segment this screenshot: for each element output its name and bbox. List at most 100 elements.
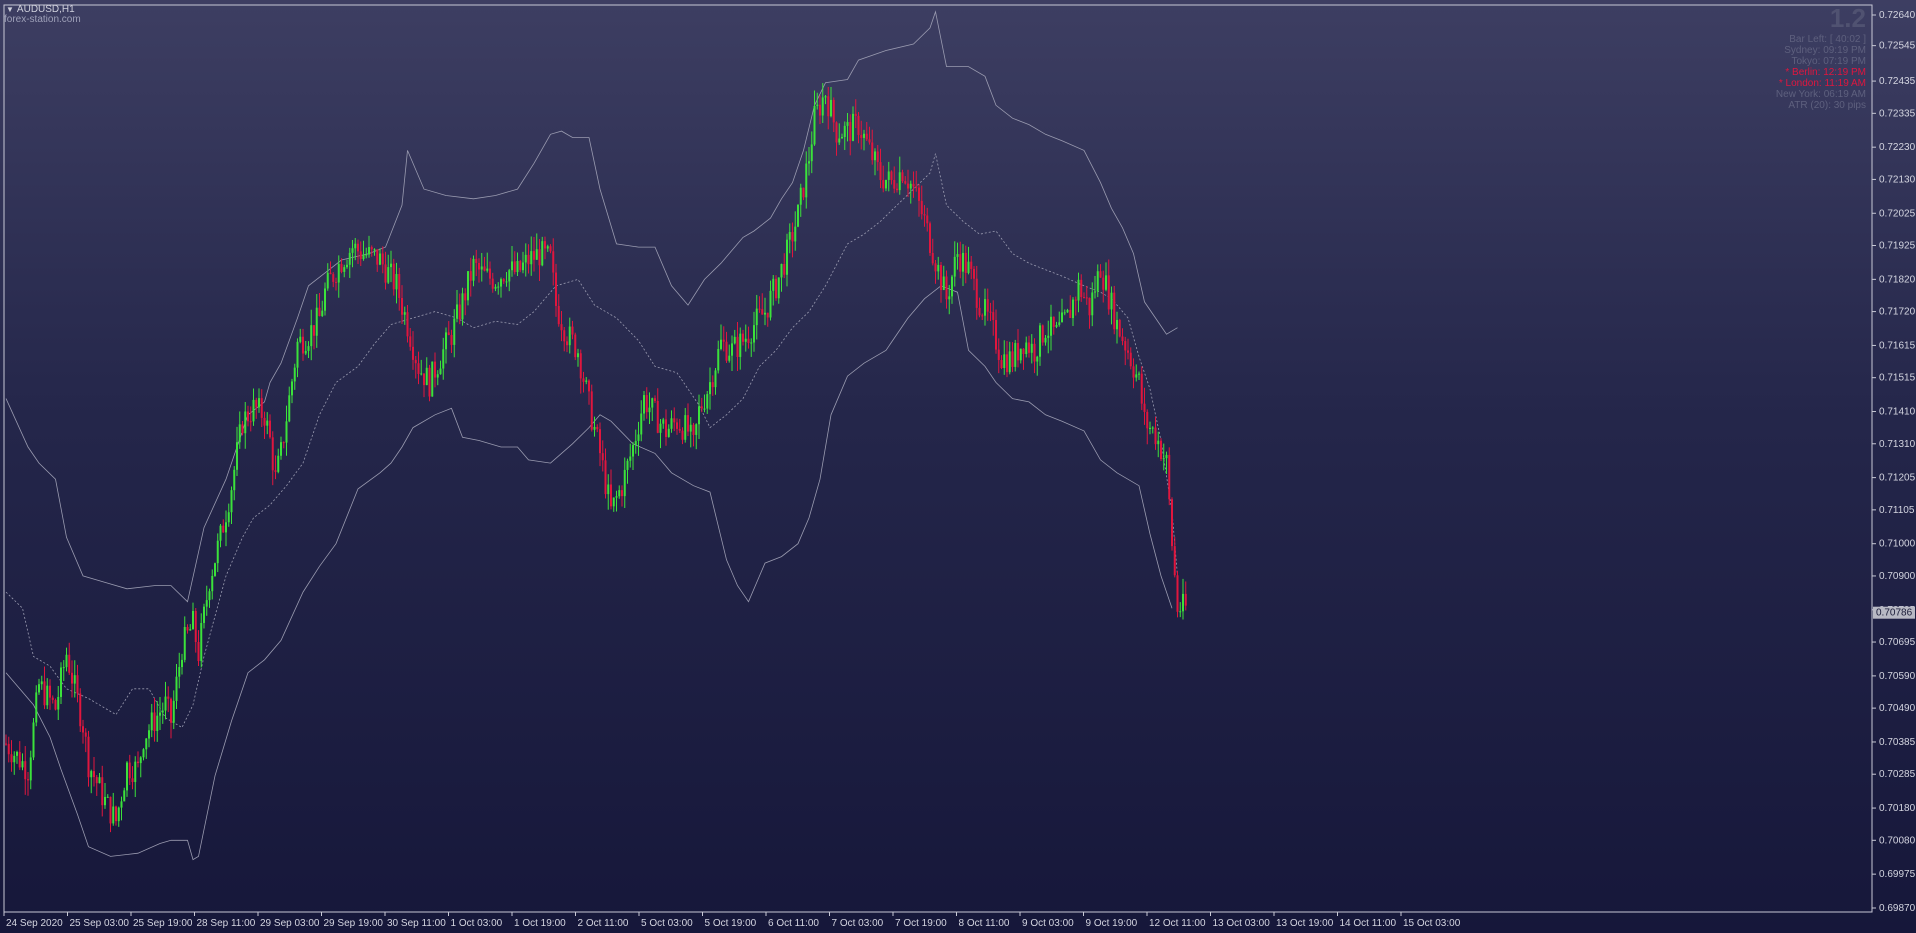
candle-body xyxy=(1143,403,1146,412)
info-row-label: Bar Left xyxy=(1789,34,1825,45)
candle xyxy=(431,361,434,397)
candle-body xyxy=(541,241,544,266)
candle xyxy=(566,336,568,353)
candle xyxy=(874,148,876,176)
candle-body xyxy=(766,312,769,318)
candle-body xyxy=(645,395,648,413)
candle-body xyxy=(194,610,197,643)
candle-body xyxy=(153,712,156,731)
candle xyxy=(706,390,709,414)
candle xyxy=(703,394,706,413)
candle-body xyxy=(1132,366,1135,378)
candle xyxy=(348,247,351,278)
candle-body xyxy=(409,336,412,347)
candle xyxy=(915,170,918,192)
candle xyxy=(786,233,788,287)
candle xyxy=(296,338,299,378)
price-tick-label: 0.70180 xyxy=(1879,803,1916,814)
candle-body xyxy=(948,296,951,300)
candle xyxy=(112,792,115,826)
candle xyxy=(255,397,258,419)
candle-body xyxy=(18,751,21,768)
candle-body xyxy=(150,712,153,731)
candle xyxy=(1149,421,1151,435)
candle-body xyxy=(731,343,733,356)
candle-body xyxy=(651,398,654,408)
candle-body xyxy=(211,575,214,592)
candle xyxy=(571,320,574,340)
dropdown-triangle-icon[interactable]: ▼ xyxy=(6,5,14,14)
candle-body xyxy=(62,667,65,669)
candle xyxy=(1165,451,1168,474)
candle xyxy=(82,719,84,744)
candle-body xyxy=(1022,348,1025,355)
candle xyxy=(879,148,882,189)
candle-body xyxy=(456,304,458,319)
candle xyxy=(150,703,153,738)
candle xyxy=(417,351,420,385)
candle-body xyxy=(461,293,464,320)
candle xyxy=(868,126,871,145)
candle xyxy=(1080,274,1083,302)
candle-body xyxy=(678,428,681,431)
candle-body xyxy=(420,373,423,375)
candle-body xyxy=(1091,292,1094,316)
candle-body xyxy=(599,429,601,454)
candle-body xyxy=(805,163,808,198)
candle xyxy=(942,265,945,291)
candle xyxy=(216,533,219,573)
candle xyxy=(984,288,986,326)
candle-body xyxy=(516,261,519,273)
candle xyxy=(799,183,802,217)
candle-body xyxy=(16,751,18,756)
candle-body xyxy=(348,252,351,265)
candle xyxy=(731,335,733,372)
candle xyxy=(13,751,16,775)
candle xyxy=(62,660,65,682)
candle xyxy=(775,275,777,301)
candle xyxy=(1118,318,1121,338)
candle xyxy=(40,675,43,690)
candle xyxy=(164,681,167,720)
candle-body xyxy=(736,336,739,357)
info-row-label: * Berlin xyxy=(1785,67,1818,78)
candle xyxy=(997,338,1000,374)
candle-body xyxy=(1116,319,1118,330)
candle xyxy=(79,688,82,732)
candle-body xyxy=(637,434,640,441)
candle xyxy=(926,207,929,232)
candle xyxy=(714,368,717,395)
candle-body xyxy=(1066,309,1069,313)
candle-body xyxy=(1047,335,1050,338)
candle-body xyxy=(893,180,896,189)
price-chart[interactable]: 0.72640 0.72545 0.72435 0.72335 0.72230 0.721… xyxy=(0,0,1916,933)
candle-body xyxy=(1140,373,1143,404)
candle xyxy=(326,263,329,291)
time-tick-label: 6 Oct 11:00 xyxy=(768,918,819,929)
candle xyxy=(530,236,533,276)
candle-body xyxy=(887,171,890,180)
candle-body xyxy=(874,151,876,161)
time-tick-label: 5 Oct 19:00 xyxy=(705,918,757,929)
candle xyxy=(148,724,150,748)
candle-body xyxy=(186,626,189,631)
candle-body xyxy=(783,263,786,275)
candle xyxy=(596,424,599,433)
candle-body xyxy=(357,243,359,252)
candle-body xyxy=(1176,575,1179,612)
candle-body xyxy=(1129,352,1132,367)
candle-body xyxy=(560,324,563,331)
candle xyxy=(244,401,247,449)
candle-body xyxy=(720,339,722,349)
candle xyxy=(90,769,93,794)
candle-body xyxy=(161,710,164,713)
candle xyxy=(87,730,90,787)
candle-body xyxy=(626,460,629,470)
candle-body xyxy=(959,254,962,272)
candle xyxy=(728,344,731,363)
candle-body xyxy=(824,96,827,98)
candle xyxy=(978,297,981,318)
candle xyxy=(500,277,502,298)
candle-body xyxy=(486,268,489,271)
candle-body xyxy=(376,249,379,265)
